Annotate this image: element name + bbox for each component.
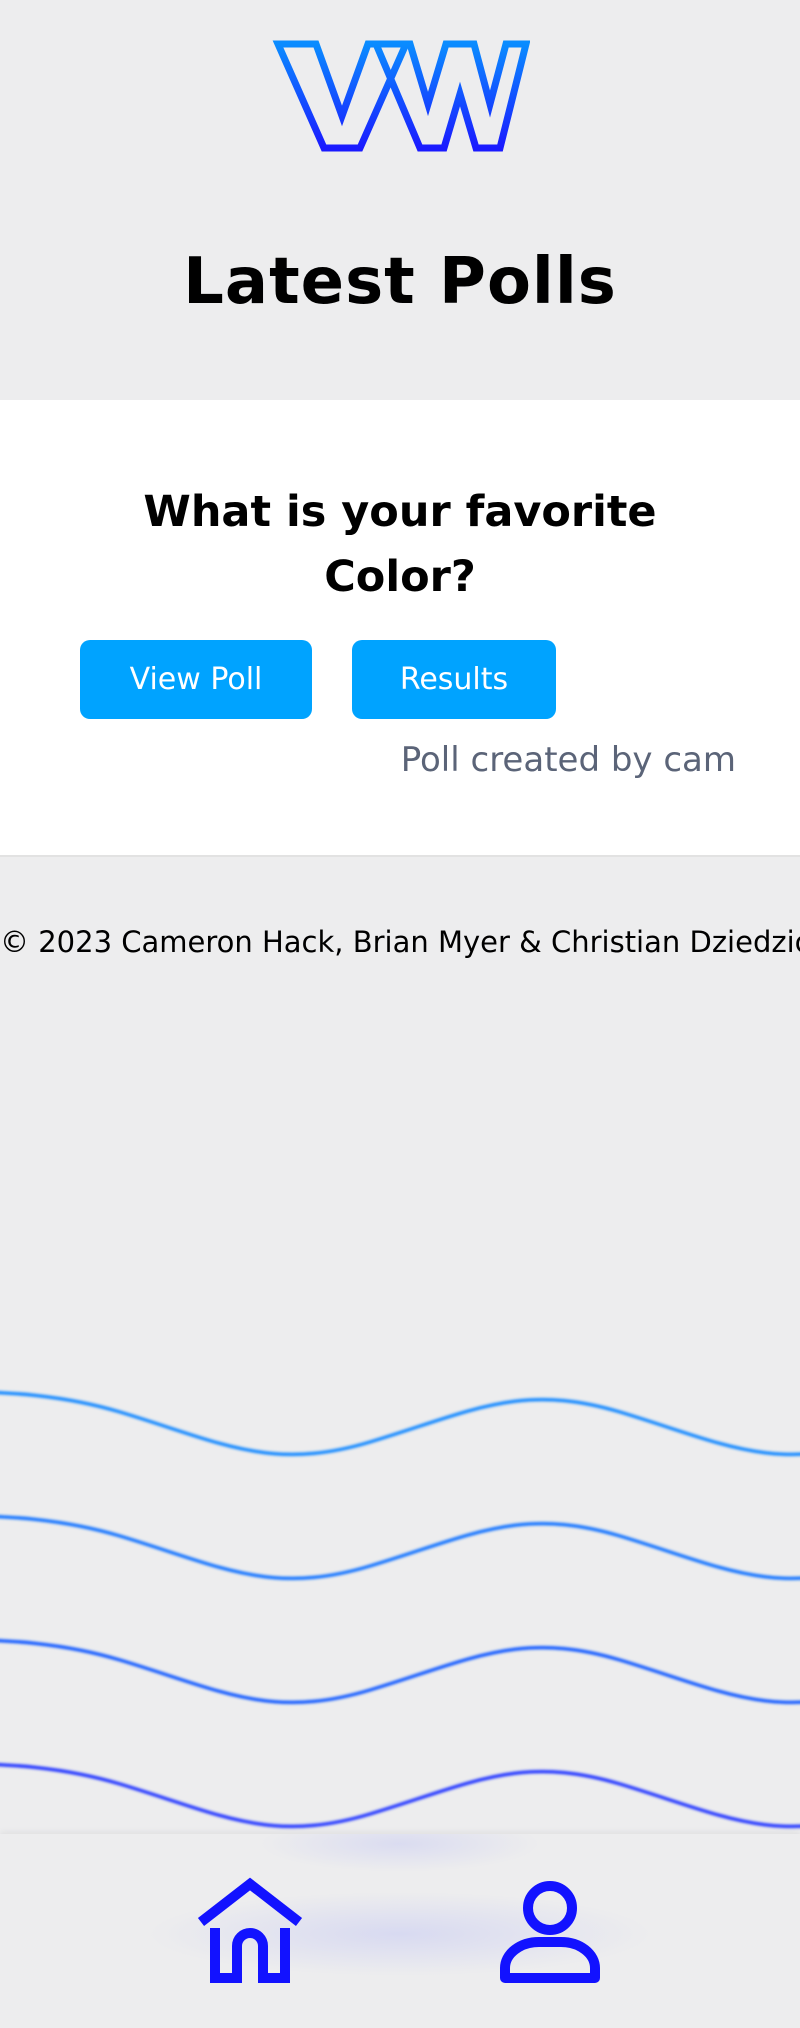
wave-line-4 [0, 1763, 800, 1829]
nav-profile-button[interactable] [495, 1874, 605, 1984]
wave-line-1 [0, 1391, 800, 1457]
poll-card: What is your favorite Color? View Poll R… [0, 400, 800, 857]
view-poll-button[interactable]: View Poll [80, 640, 312, 719]
user-icon [500, 1881, 600, 1983]
bottom-nav [0, 1834, 800, 2028]
poll-question: What is your favorite Color? [143, 487, 657, 602]
nav-glow [0, 1834, 800, 2028]
nav-home-button[interactable] [195, 1874, 305, 1984]
home-icon [197, 1877, 303, 1983]
page-title: Latest Polls [183, 245, 617, 319]
footer-copyright: © 2023 Cameron Hack, Brian Myer & Christ… [0, 925, 800, 959]
results-button[interactable]: Results [352, 640, 556, 719]
wave-line-3 [0, 1639, 800, 1705]
page-header: Latest Polls [0, 0, 800, 400]
poll-author: Poll created by cam [400, 740, 736, 780]
vw-logo [272, 40, 530, 152]
wave-line-2 [0, 1515, 800, 1581]
decorative-waves [0, 1391, 800, 1829]
